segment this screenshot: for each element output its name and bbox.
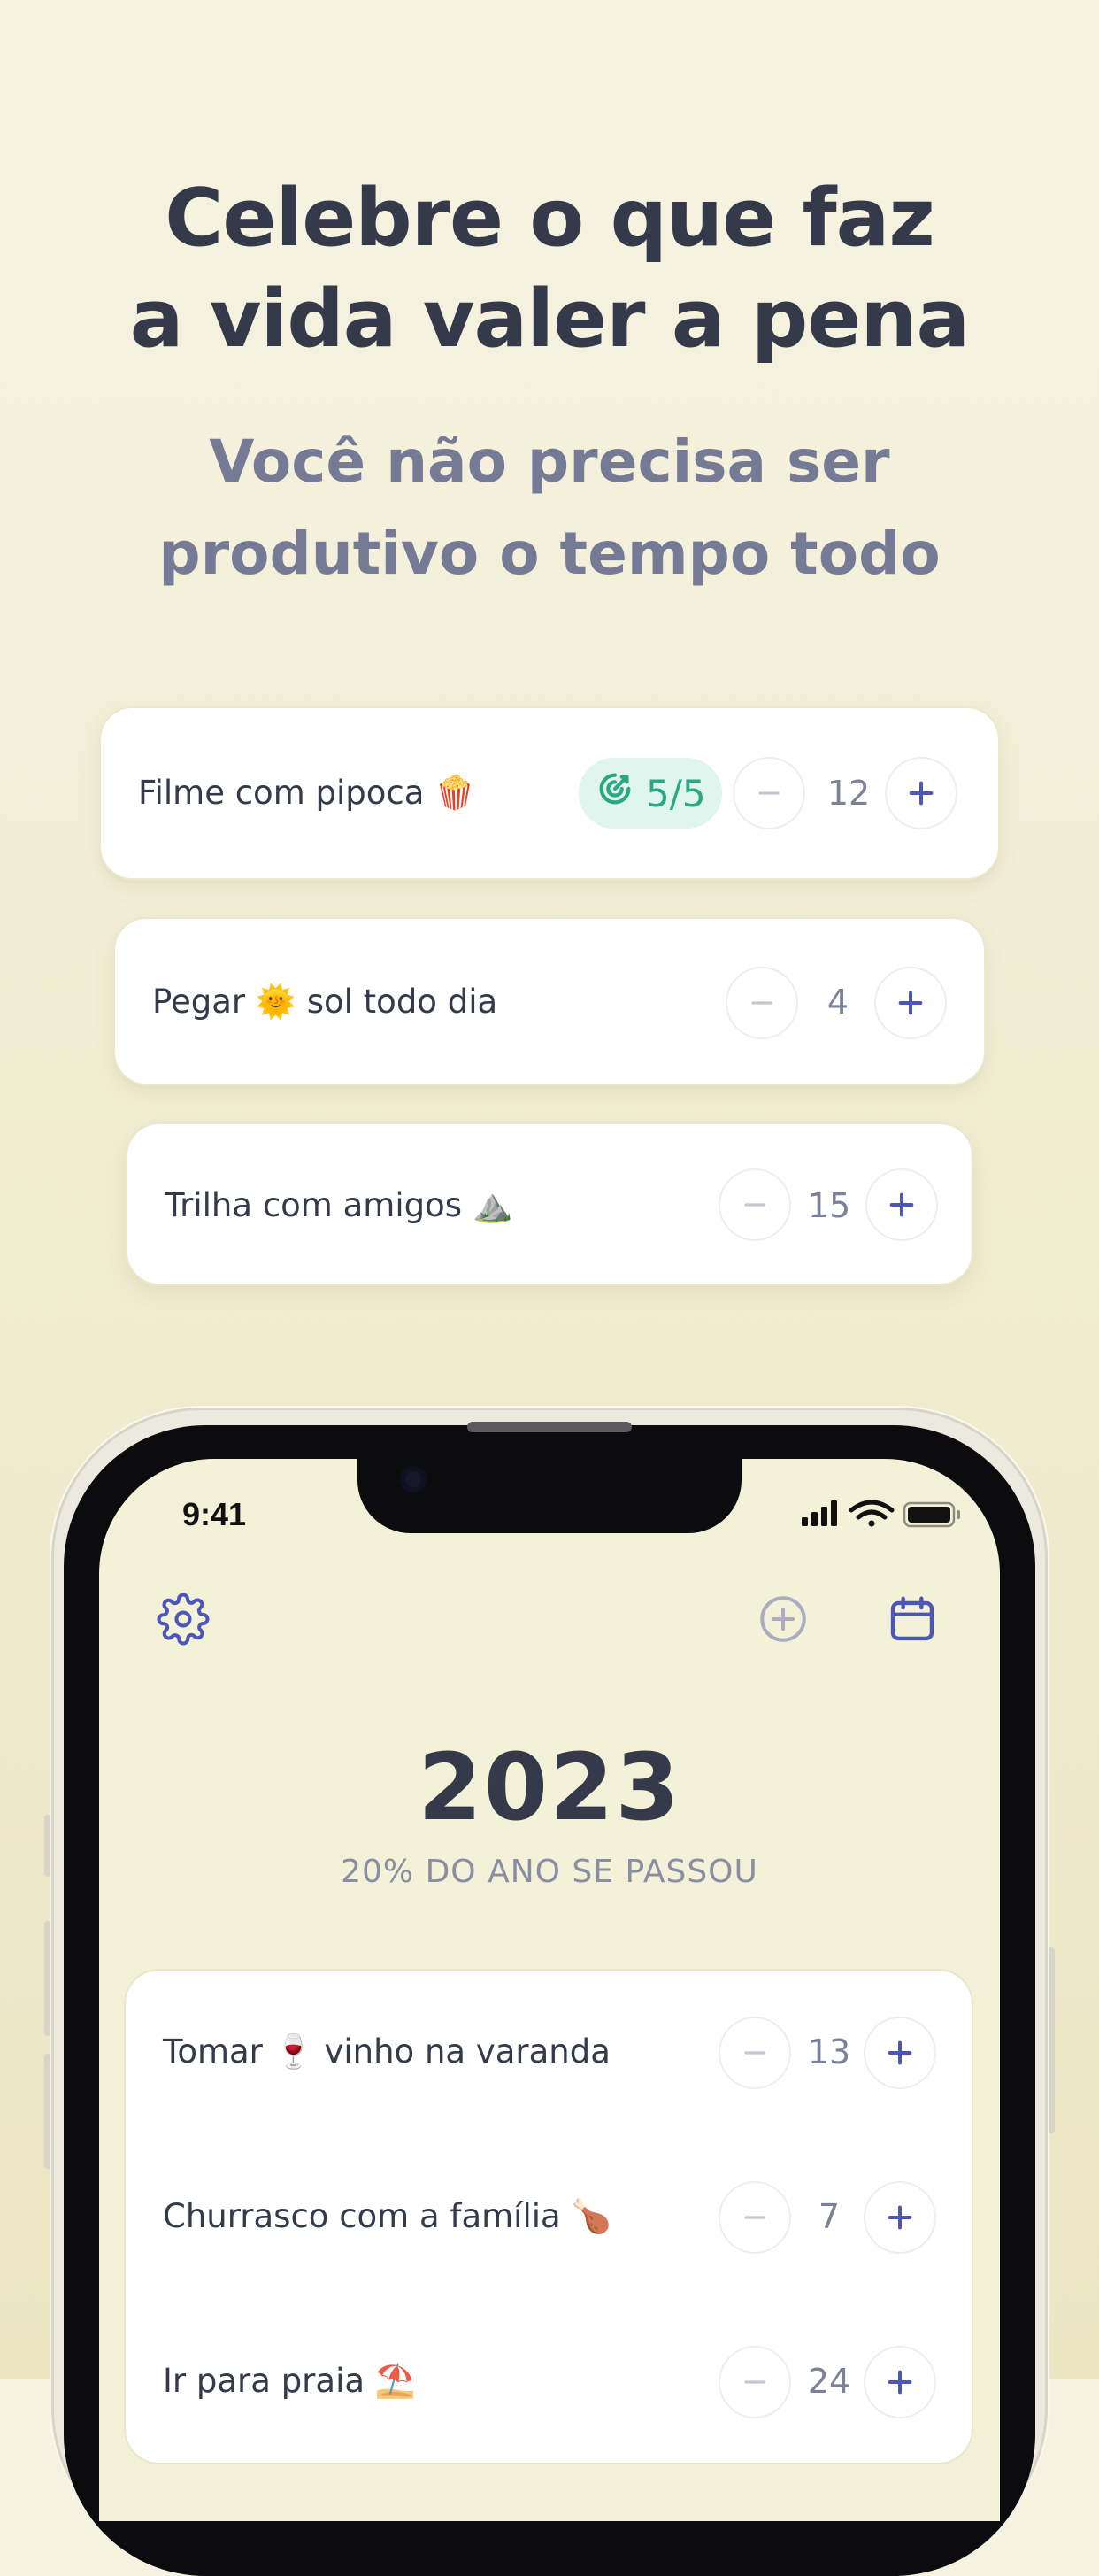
minus-icon <box>744 2051 765 2055</box>
habit-list: Tomar 🍷 vinho na varanda 13 Churrasco co… <box>124 1969 973 2464</box>
headline: Celebre o que faz a vida valer a pena <box>0 168 1099 370</box>
habit-card: Pegar 🌞 sol todo dia 4 <box>113 917 986 1085</box>
goal-badge: 5/5 <box>579 758 722 829</box>
subheadline-line-2: produtivo o tempo todo <box>158 520 941 588</box>
plus-icon <box>898 991 923 1015</box>
minus-icon <box>758 791 780 795</box>
habit-count: 12 <box>826 774 871 813</box>
plus-icon <box>888 2040 912 2065</box>
decrement-button[interactable] <box>719 2017 791 2089</box>
habit-count: 24 <box>807 2362 851 2401</box>
habit-label: Filme com pipoca 🍿 <box>138 774 476 812</box>
minus-icon <box>744 2216 765 2219</box>
decrement-button[interactable] <box>719 1168 791 1241</box>
increment-button[interactable] <box>864 2346 936 2418</box>
status-time: 9:41 <box>182 1496 247 1532</box>
headline-line-2: a vida valer a pena <box>129 273 970 366</box>
year-progress-text: 20% DO ANO SE PASSOU <box>341 1854 758 1890</box>
list-item: Ir para praia ⛱️ 24 <box>126 2300 972 2464</box>
habit-card: Filme com pipoca 🍿 5/5 12 <box>99 706 1000 880</box>
plus-icon <box>888 2205 912 2230</box>
battery-icon <box>903 1501 960 1528</box>
habit-count: 4 <box>826 983 849 1022</box>
habit-count: 7 <box>818 2197 841 2236</box>
habit-label: Churrasco com a família 🍗 <box>163 2197 612 2235</box>
plus-circle-icon[interactable] <box>754 1590 812 1648</box>
calendar-icon[interactable] <box>883 1590 941 1648</box>
increment-button[interactable] <box>885 757 957 829</box>
phone-notch <box>357 1452 742 1533</box>
subheadline-line-1: Você não precisa ser <box>209 428 890 496</box>
plus-icon <box>909 781 934 806</box>
habit-label: Pegar 🌞 sol todo dia <box>152 983 498 1021</box>
plus-icon <box>888 2370 912 2395</box>
wifi-icon <box>849 1500 895 1527</box>
status-icons <box>796 1496 965 1531</box>
habit-count: 13 <box>807 2032 851 2071</box>
phone-side-button <box>44 1921 51 2036</box>
decrement-button[interactable] <box>719 2181 791 2254</box>
subheadline: Você não precisa ser produtivo o tempo t… <box>0 416 1099 600</box>
habit-card: Trilha com amigos ⛰️ 15 <box>126 1122 973 1285</box>
plus-icon <box>889 1192 914 1217</box>
headline-line-1: Celebre o que faz <box>165 172 934 265</box>
minus-icon <box>744 1203 765 1207</box>
list-item: Churrasco com a família 🍗 7 <box>126 2135 972 2300</box>
decrement-button[interactable] <box>726 967 798 1039</box>
goal-badge-text: 5/5 <box>646 771 706 815</box>
year-title: 2023 <box>418 1733 681 1841</box>
habit-label: Trilha com amigos ⛰️ <box>165 1186 513 1224</box>
phone-speaker <box>467 1422 632 1432</box>
decrement-button[interactable] <box>719 2346 791 2418</box>
phone-camera <box>400 1466 427 1492</box>
habit-count: 15 <box>807 1186 851 1225</box>
signal-icon <box>802 1500 837 1526</box>
increment-button[interactable] <box>864 2017 936 2089</box>
gear-icon[interactable] <box>154 1590 212 1648</box>
minus-icon <box>744 2380 765 2384</box>
increment-button[interactable] <box>874 967 947 1039</box>
habit-label: Tomar 🍷 vinho na varanda <box>163 2032 611 2071</box>
list-item: Tomar 🍷 vinho na varanda 13 <box>126 1971 972 2135</box>
phone-side-button <box>1048 1947 1055 2133</box>
increment-button[interactable] <box>864 2181 936 2254</box>
phone-side-button <box>44 2054 51 2169</box>
decrement-button[interactable] <box>733 757 805 829</box>
minus-icon <box>751 1001 772 1005</box>
habit-label: Ir para praia ⛱️ <box>163 2362 416 2400</box>
target-icon <box>595 768 635 818</box>
increment-button[interactable] <box>865 1168 938 1241</box>
